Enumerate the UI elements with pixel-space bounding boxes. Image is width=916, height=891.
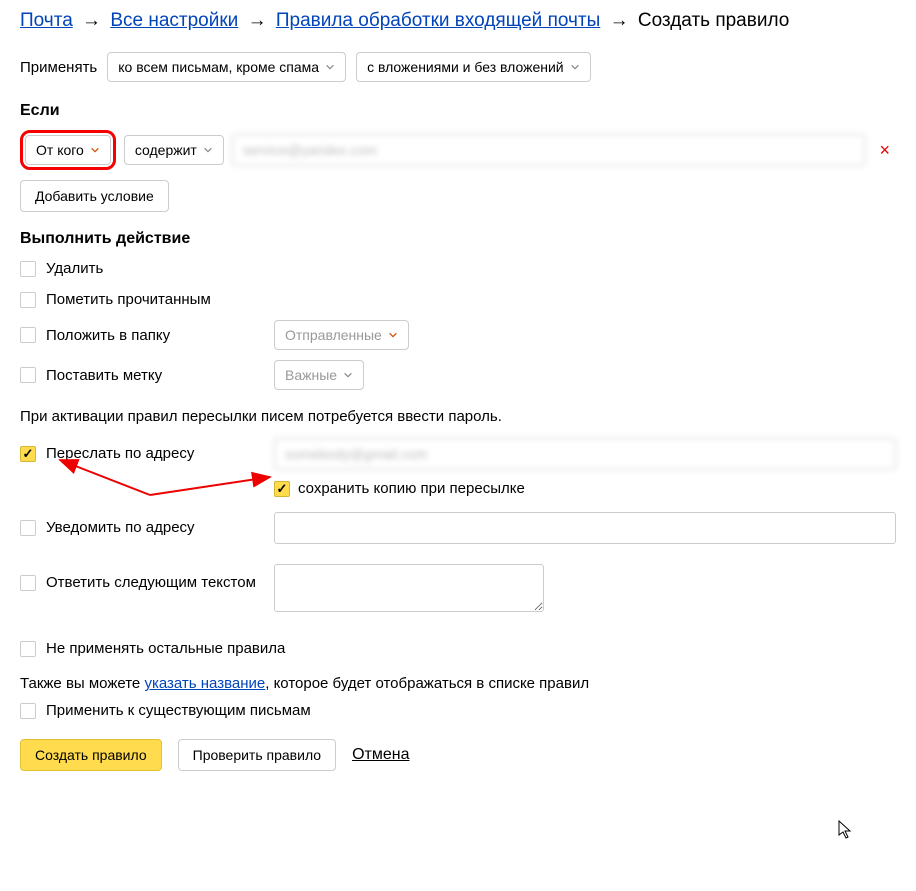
set-label-checkbox[interactable] [20, 367, 36, 383]
action-section-title: Выполнить действие [20, 230, 896, 248]
notify-label: Уведомить по адресу [46, 519, 195, 536]
dont-apply-rest-checkbox[interactable] [20, 641, 36, 657]
arrow-icon: → [248, 10, 267, 31]
move-folder-checkbox[interactable] [20, 327, 36, 343]
chevron-down-icon [203, 145, 213, 155]
notify-address-input[interactable] [274, 512, 896, 544]
set-label-label: Поставить метку [46, 367, 162, 384]
apply-scope-select[interactable]: ко всем письмам, кроме спама [107, 52, 346, 82]
cancel-button[interactable]: Отмена [352, 746, 409, 764]
apply-label: Применять [20, 59, 97, 76]
apply-attachments-select[interactable]: с вложениями и без вложений [356, 52, 591, 82]
reply-text-input[interactable] [274, 564, 544, 612]
forwarding-note: При активации правил пересылки писем пот… [20, 408, 896, 425]
apply-existing-checkbox[interactable] [20, 703, 36, 719]
save-copy-checkbox[interactable] [274, 481, 290, 497]
mark-read-checkbox[interactable] [20, 292, 36, 308]
delete-label: Удалить [46, 260, 103, 277]
apply-existing-label: Применить к существующим письмам [46, 702, 311, 719]
breadcrumb-current: Создать правило [638, 10, 789, 31]
breadcrumb-all-settings[interactable]: Все настройки [110, 10, 238, 31]
action-grid: Удалить Пометить прочитанным Положить в … [20, 258, 896, 390]
test-rule-button[interactable]: Проверить правило [178, 739, 336, 771]
chevron-down-icon [570, 62, 580, 72]
chevron-down-icon [343, 370, 353, 380]
breadcrumb-rules[interactable]: Правила обработки входящей почты [276, 10, 600, 31]
chevron-down-icon [90, 145, 100, 155]
move-folder-label: Положить в папку [46, 327, 170, 344]
condition-value-input[interactable] [232, 134, 866, 166]
arrow-icon: → [82, 10, 101, 31]
arrow-annotation [50, 455, 290, 505]
breadcrumb: Почта → Все настройки → Правила обработк… [20, 10, 896, 32]
highlight-annotation: От кого [20, 130, 116, 170]
footer-row: Создать правило Проверить правило Отмена [20, 739, 896, 771]
chevron-down-icon [388, 330, 398, 340]
add-condition-button[interactable]: Добавить условие [20, 180, 169, 212]
chevron-down-icon [325, 62, 335, 72]
name-note: Также вы можете указать название, которо… [20, 675, 896, 692]
forward-label: Переслать по адресу [46, 445, 194, 462]
cursor-icon [838, 820, 854, 840]
forward-checkbox[interactable] [20, 446, 36, 462]
label-select[interactable]: Важные [274, 360, 364, 390]
mark-read-label: Пометить прочитанным [46, 291, 211, 308]
arrow-icon: → [610, 10, 629, 31]
save-copy-label: сохранить копию при пересылке [298, 480, 525, 497]
condition-row: От кого содержит × [20, 130, 896, 170]
dont-apply-rest-label: Не применять остальные правила [46, 640, 285, 657]
condition-operator-select[interactable]: содержит [124, 135, 224, 165]
delete-checkbox[interactable] [20, 261, 36, 277]
reply-checkbox[interactable] [20, 575, 36, 591]
specify-name-link[interactable]: указать название [144, 675, 265, 692]
notify-checkbox[interactable] [20, 520, 36, 536]
condition-field-select[interactable]: От кого [25, 135, 111, 165]
apply-row: Применять ко всем письмам, кроме спама с… [20, 52, 896, 82]
breadcrumb-mail[interactable]: Почта [20, 10, 73, 31]
reply-label: Ответить следующим текстом [46, 574, 256, 591]
forward-address-input[interactable] [274, 438, 896, 470]
forward-block: Переслать по адресу сохранить копию при … [20, 435, 896, 497]
remove-condition-button[interactable]: × [873, 140, 896, 161]
if-section-title: Если [20, 102, 896, 120]
folder-select[interactable]: Отправленные [274, 320, 409, 350]
create-rule-button[interactable]: Создать правило [20, 739, 162, 771]
